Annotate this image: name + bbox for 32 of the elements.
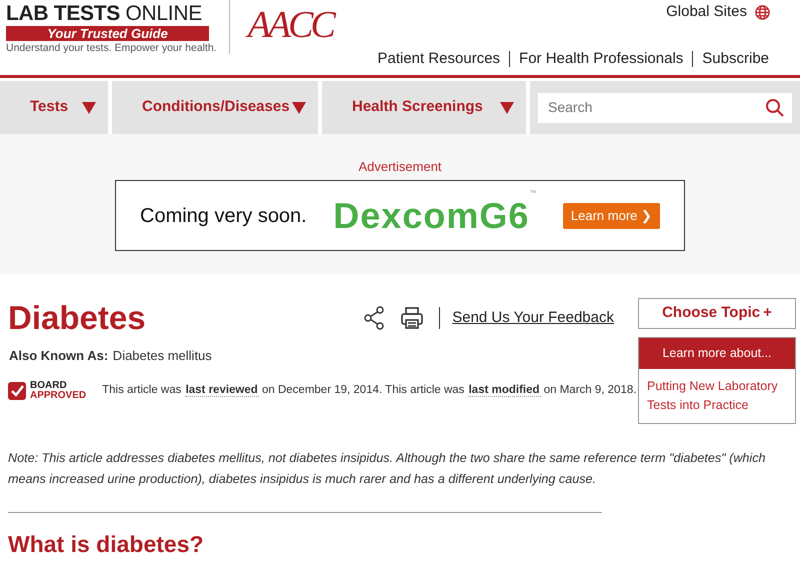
panel-header: Learn more about...	[639, 338, 795, 369]
logo-tagline: Your Trusted Guide	[6, 26, 209, 41]
badge-label: BOARD	[30, 381, 67, 392]
inline-link[interactable]: diabetes insipidus	[289, 450, 390, 465]
badge-label: APPROVED	[30, 391, 86, 402]
note-paragraph: Note: This article addresses diabetes mellitus, not diabetes insipidus. Although the two share the same reference term "diabetes" (which means increased urine production), diabetes insipidus is much rarer and has a different underlying cause.	[8, 450, 767, 488]
global-sites-link[interactable]: Global Sites	[666, 4, 747, 20]
top-nav-link[interactable]: Subscribe	[693, 51, 794, 67]
also-known-as: Also Known As: Diabetes mellitus	[8, 346, 213, 365]
top-nav-link[interactable]: Patient Resources	[368, 51, 510, 67]
page-title: Diabetes	[8, 298, 146, 338]
caret-icon	[82, 102, 96, 114]
print-icon[interactable]	[401, 306, 424, 330]
caret-icon	[292, 102, 306, 114]
ad-text: Coming very soon.	[140, 204, 307, 229]
search-box[interactable]: Search	[538, 92, 792, 122]
search-icon[interactable]	[766, 98, 784, 116]
related-link[interactable]: Putting New Laboratory Tests into Practice	[647, 376, 787, 415]
brand-logo: DexcomG6	[333, 194, 530, 238]
ad-label: Advertisement	[358, 158, 442, 176]
globe-icon[interactable]	[755, 4, 770, 20]
logo-subtitle: Understand your tests. Empower your health.	[6, 41, 217, 56]
share-icon[interactable]	[363, 306, 386, 330]
section-heading: What is diabetes?	[8, 530, 205, 559]
caret-icon	[500, 102, 514, 114]
logo-title[interactable]: LAB TESTS ONLINE	[6, 2, 217, 26]
choose-topic-button[interactable]: Choose Topic +	[638, 298, 796, 329]
review-info: This article was last reviewed on December 19, 2014. This article was last modified on March 9, 2018.	[102, 383, 636, 400]
checkmark-icon	[8, 382, 26, 400]
feedback-link[interactable]: Send Us Your Feedback	[439, 306, 614, 330]
top-nav-link[interactable]: For Health Professionals	[510, 51, 694, 67]
partner-logo[interactable]: AACC	[228, 0, 333, 54]
